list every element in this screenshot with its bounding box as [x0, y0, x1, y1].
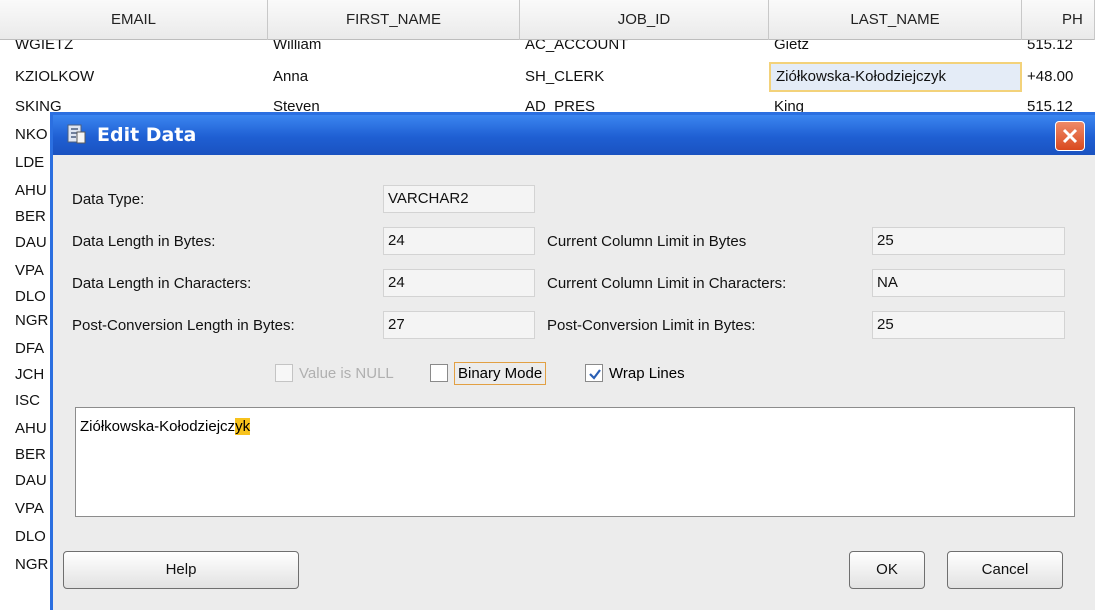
column-limit-chars-label: Current Column Limit in Characters: — [547, 275, 787, 292]
value-editor[interactable]: Ziółkowska-Kołodziejczyk — [75, 407, 1075, 517]
data-length-bytes-field: 24 — [383, 227, 535, 255]
post-conversion-limit-field: 25 — [872, 311, 1065, 339]
dialog-titlebar[interactable]: Edit Data — [53, 115, 1095, 155]
cell-email-partial[interactable]: NGR — [10, 306, 50, 336]
value-is-null-label: Value is NULL — [299, 364, 394, 382]
cell-email-partial[interactable]: LDE — [10, 148, 50, 178]
wrap-lines-label[interactable]: Wrap Lines — [609, 365, 685, 382]
close-button[interactable] — [1055, 121, 1085, 151]
cell-first-name[interactable]: Anna — [268, 62, 520, 92]
binary-mode-checkbox[interactable]: Binary Mode — [430, 361, 547, 385]
cell-email[interactable]: WGIETZ — [10, 40, 268, 56]
data-length-bytes-label: Data Length in Bytes: — [72, 233, 216, 250]
cell-email-partial[interactable]: DAU — [10, 466, 50, 496]
column-header-last-name[interactable]: LAST_NAME — [769, 0, 1022, 40]
post-conversion-limit-label: Post-Conversion Limit in Bytes: — [547, 317, 756, 334]
post-conversion-length-field: 27 — [383, 311, 535, 339]
column-header-phone[interactable]: PH — [1022, 0, 1095, 40]
wrap-lines-checkbox[interactable]: Wrap Lines — [585, 362, 685, 384]
data-type-label: Data Type: — [72, 191, 145, 208]
column-header-email[interactable]: EMAIL — [0, 0, 268, 40]
data-length-chars-label: Data Length in Characters: — [72, 275, 252, 292]
cell-email-partial[interactable]: VPA — [10, 494, 50, 524]
column-limit-bytes-field: 25 — [872, 227, 1065, 255]
cell-last-name-selected[interactable]: Ziółkowska-Kołodziejczyk — [769, 62, 1022, 92]
checkbox-box[interactable] — [585, 364, 603, 382]
dialog-title: Edit Data — [97, 124, 197, 146]
column-limit-chars-field: NA — [872, 269, 1065, 297]
cell-email-partial[interactable]: DAU — [10, 228, 50, 258]
data-type-field: VARCHAR2 — [383, 185, 535, 213]
cell-phone[interactable]: 515.12 — [1022, 40, 1095, 56]
table-row[interactable]: KZIOLKOW Anna SH_CLERK Ziółkowska-Kołodz… — [0, 62, 1095, 92]
cell-first-name[interactable]: William — [268, 40, 520, 56]
cell-email-partial[interactable]: DLO — [10, 522, 50, 552]
value-text: Ziółkowska-Kołodziejcz — [80, 418, 236, 435]
cell-phone[interactable]: +48.00 — [1022, 62, 1095, 92]
data-length-chars-field: 24 — [383, 269, 535, 297]
checkbox-box[interactable] — [430, 364, 448, 382]
value-is-null-checkbox: Value is NULL — [275, 362, 394, 384]
cell-job-id[interactable]: SH_CLERK — [520, 62, 769, 92]
cancel-button[interactable]: Cancel — [947, 551, 1063, 589]
cell-job-id[interactable]: AC_ACCOUNT — [520, 40, 769, 56]
checkbox-box — [275, 364, 293, 382]
column-header-first-name[interactable]: FIRST_NAME — [268, 0, 520, 40]
column-limit-bytes-label: Current Column Limit in Bytes — [547, 233, 747, 250]
edit-data-dialog: Edit Data Data Type: VARCHAR2 Data Lengt… — [50, 112, 1095, 610]
grid-header: EMAIL FIRST_NAME JOB_ID LAST_NAME PH — [0, 0, 1095, 40]
cell-email-partial[interactable]: ISC — [10, 386, 50, 416]
column-header-job-id[interactable]: JOB_ID — [520, 0, 769, 40]
checkmark-icon — [589, 369, 601, 380]
binary-mode-label[interactable]: Binary Mode — [454, 361, 547, 385]
post-conversion-length-label: Post-Conversion Length in Bytes: — [72, 317, 295, 334]
cell-last-name[interactable]: Gietz — [769, 40, 1022, 56]
edit-data-icon — [65, 123, 87, 145]
ok-button[interactable]: OK — [849, 551, 925, 589]
cell-email[interactable]: KZIOLKOW — [10, 62, 268, 92]
help-button[interactable]: Help — [63, 551, 299, 589]
cell-email-partial[interactable]: NGR — [10, 550, 50, 580]
cell-email-partial[interactable]: NKO — [10, 120, 50, 150]
value-overflow-highlight: yk — [235, 418, 251, 435]
close-icon — [1062, 128, 1078, 144]
